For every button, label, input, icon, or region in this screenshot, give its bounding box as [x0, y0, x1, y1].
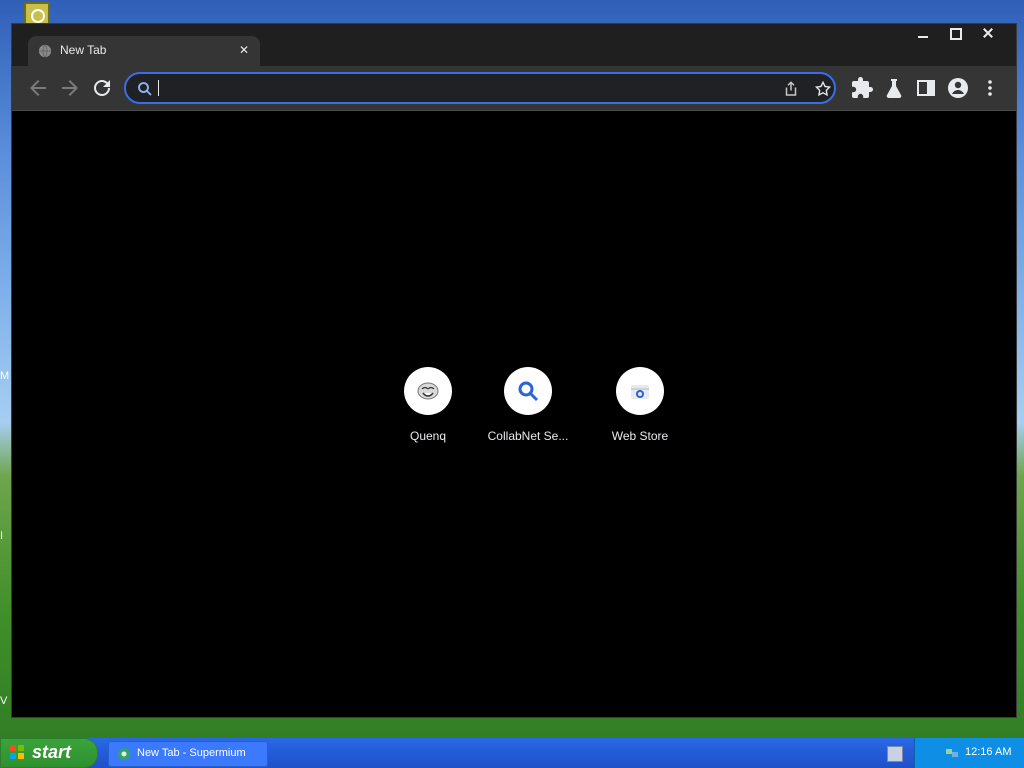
shortcut-label: Web Store: [611, 429, 669, 443]
shortcut-quenq[interactable]: Quenq: [372, 367, 484, 447]
profile-avatar-icon[interactable]: [946, 76, 970, 100]
taskbar-item-title: New Tab - Supermium: [137, 747, 246, 759]
search-icon: [518, 381, 539, 402]
taskbar: start New Tab - Supermium 12:16 AM: [0, 738, 1024, 768]
share-icon[interactable]: [782, 80, 800, 98]
globe-icon: [38, 44, 52, 58]
forward-icon[interactable]: [58, 76, 82, 100]
reload-icon[interactable]: [90, 76, 114, 100]
text-caret: [158, 80, 159, 96]
desktop-label-m: M: [0, 370, 10, 382]
tab-new-tab[interactable]: New Tab ✕: [28, 36, 260, 66]
shortcut-collabnet[interactable]: CollabNet Se...: [472, 367, 584, 447]
shortcut-grid: Quenq CollabNet Se... Web Store: [372, 367, 684, 457]
tab-title: New Tab: [60, 43, 107, 57]
clock[interactable]: 12:16 AM: [965, 746, 1011, 758]
back-icon[interactable]: [26, 76, 50, 100]
new-tab-page: Quenq CollabNet Se... Web Store: [12, 111, 1016, 717]
window-controls: [908, 24, 1004, 42]
side-panel-icon[interactable]: [914, 76, 938, 100]
omnibox-input[interactable]: [160, 80, 764, 100]
shortcut-icon-circle: [404, 367, 452, 415]
close-icon[interactable]: [972, 24, 1004, 42]
shortcut-icon-circle: [616, 367, 664, 415]
windows-logo-icon: [10, 745, 24, 759]
browser-app-icon: [118, 748, 130, 760]
taskbar-item-supermium[interactable]: New Tab - Supermium: [108, 741, 268, 767]
network-icon[interactable]: [945, 746, 959, 760]
tab-close-icon[interactable]: ✕: [236, 42, 252, 58]
shortcut-label: CollabNet Se...: [487, 429, 569, 443]
extensions-icon[interactable]: [850, 76, 874, 100]
bookmark-star-icon[interactable]: [814, 80, 832, 98]
system-tray: 12:16 AM: [914, 738, 1024, 768]
shortcut-web-store[interactable]: Web Store: [584, 367, 696, 447]
maximize-icon[interactable]: [940, 24, 972, 42]
troll-face-icon: [417, 382, 439, 400]
shortcut-icon-circle: [504, 367, 552, 415]
start-label: start: [32, 742, 72, 762]
browser-toolbar: [12, 66, 1016, 111]
keyboard-icon[interactable]: [887, 746, 903, 762]
search-icon: [138, 82, 152, 96]
desktop-label-i: I: [0, 530, 4, 542]
title-bar: New Tab ✕: [12, 24, 1016, 66]
start-button[interactable]: start: [0, 738, 98, 768]
address-bar[interactable]: [124, 72, 836, 104]
menu-more-icon[interactable]: [978, 76, 1002, 100]
labs-flask-icon[interactable]: [882, 76, 906, 100]
browser-window: New Tab ✕ Quenq CollabNet Se... Web Stor…: [12, 24, 1016, 717]
shortcut-label: Quenq: [409, 429, 447, 443]
minimize-icon[interactable]: [908, 24, 940, 42]
web-store-icon: [631, 385, 649, 399]
desktop-label-v: V: [0, 695, 8, 707]
